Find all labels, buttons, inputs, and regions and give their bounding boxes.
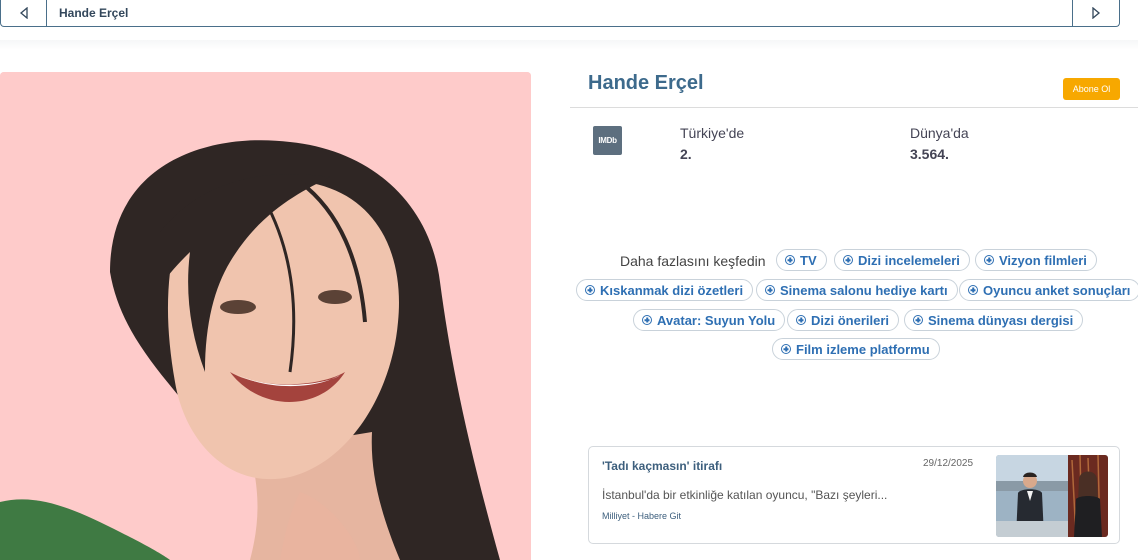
subscribe-button[interactable]: Abone Ol bbox=[1063, 78, 1120, 100]
chip-kiskanmak-dizi-ozetleri[interactable]: Kıskanmak dizi özetleri bbox=[576, 279, 754, 301]
chip-label: Dizi incelemeleri bbox=[858, 252, 960, 268]
header-divider bbox=[570, 107, 1138, 108]
chip-film-izleme-platformu[interactable]: Film izleme platformu bbox=[772, 338, 940, 360]
world-rank-label: Dünya'da bbox=[910, 125, 969, 141]
plus-circle-icon bbox=[765, 285, 775, 295]
news-date: 29/12/2025 bbox=[923, 458, 974, 469]
news-thumbnail bbox=[996, 455, 1108, 537]
next-button[interactable] bbox=[1072, 0, 1119, 26]
chip-label: Film izleme platformu bbox=[796, 341, 930, 357]
profile-name: Hande Erçel bbox=[588, 72, 704, 94]
top-nav-bar: Hande Erçel bbox=[0, 0, 1120, 27]
chip-label: TV bbox=[800, 252, 817, 268]
chip-sinema-salonu-hediye-karti[interactable]: Sinema salonu hediye kartı bbox=[756, 279, 958, 301]
chip-label: Sinema dünyası dergisi bbox=[928, 312, 1074, 328]
plus-circle-icon bbox=[984, 255, 994, 265]
previous-button[interactable] bbox=[1, 0, 47, 26]
plus-circle-icon bbox=[781, 344, 791, 354]
plus-circle-icon bbox=[796, 315, 806, 325]
plus-circle-icon bbox=[642, 315, 652, 325]
news-excerpt: İstanbul'da bir etkinliğe katılan oyuncu… bbox=[602, 488, 888, 502]
portrait-illustration bbox=[0, 72, 531, 560]
plus-circle-icon bbox=[913, 315, 923, 325]
profile-photo bbox=[0, 72, 531, 560]
turkey-rank-value: 2. bbox=[680, 146, 692, 162]
news-thumbnail-illustration bbox=[996, 455, 1108, 537]
plus-circle-icon bbox=[968, 285, 978, 295]
chip-label: Kıskanmak dizi özetleri bbox=[600, 282, 744, 298]
chip-vizyon-filmleri[interactable]: Vizyon filmleri bbox=[975, 249, 1097, 271]
chip-label: Avatar: Suyun Yolu bbox=[657, 312, 776, 328]
plus-circle-icon bbox=[843, 255, 853, 265]
explore-label: Daha fazlasını keşfedin bbox=[620, 253, 766, 269]
chip-label: Oyuncu anket sonuçları bbox=[983, 282, 1131, 298]
chip-tv[interactable]: TV bbox=[776, 249, 827, 271]
plus-circle-icon bbox=[585, 285, 595, 295]
imdb-icon: IMDb bbox=[593, 126, 622, 155]
chip-dizi-onerileri[interactable]: Dizi önerileri bbox=[787, 309, 900, 331]
turkey-rank-label: Türkiye'de bbox=[680, 125, 745, 141]
world-rank-value: 3.564. bbox=[910, 146, 949, 162]
chip-sinema-dunyasi-dergisi[interactable]: Sinema dünyası dergisi bbox=[904, 309, 1084, 331]
triangle-left-icon bbox=[19, 7, 28, 19]
chip-dizi-incelemeleri[interactable]: Dizi incelemeleri bbox=[834, 249, 970, 271]
header-shadow bbox=[0, 40, 1138, 50]
plus-circle-icon bbox=[785, 255, 795, 265]
news-card[interactable]: 'Tadı kaçmasın' itirafı 29/12/2025 İstan… bbox=[588, 446, 1120, 544]
top-nav-title: Hande Erçel bbox=[59, 6, 129, 20]
chip-label: Dizi önerileri bbox=[811, 312, 890, 328]
chip-avatar-suyun-yolu[interactable]: Avatar: Suyun Yolu bbox=[633, 309, 786, 331]
news-title[interactable]: 'Tadı kaçmasın' itirafı bbox=[602, 459, 722, 473]
triangle-right-icon bbox=[1092, 7, 1101, 19]
news-source-link[interactable]: Milliyet - Habere Git bbox=[602, 511, 681, 521]
chip-label: Sinema salonu hediye kartı bbox=[780, 282, 948, 298]
chip-label: Vizyon filmleri bbox=[999, 252, 1087, 268]
chip-oyuncu-anket-sonuclari[interactable]: Oyuncu anket sonuçları bbox=[959, 279, 1138, 301]
